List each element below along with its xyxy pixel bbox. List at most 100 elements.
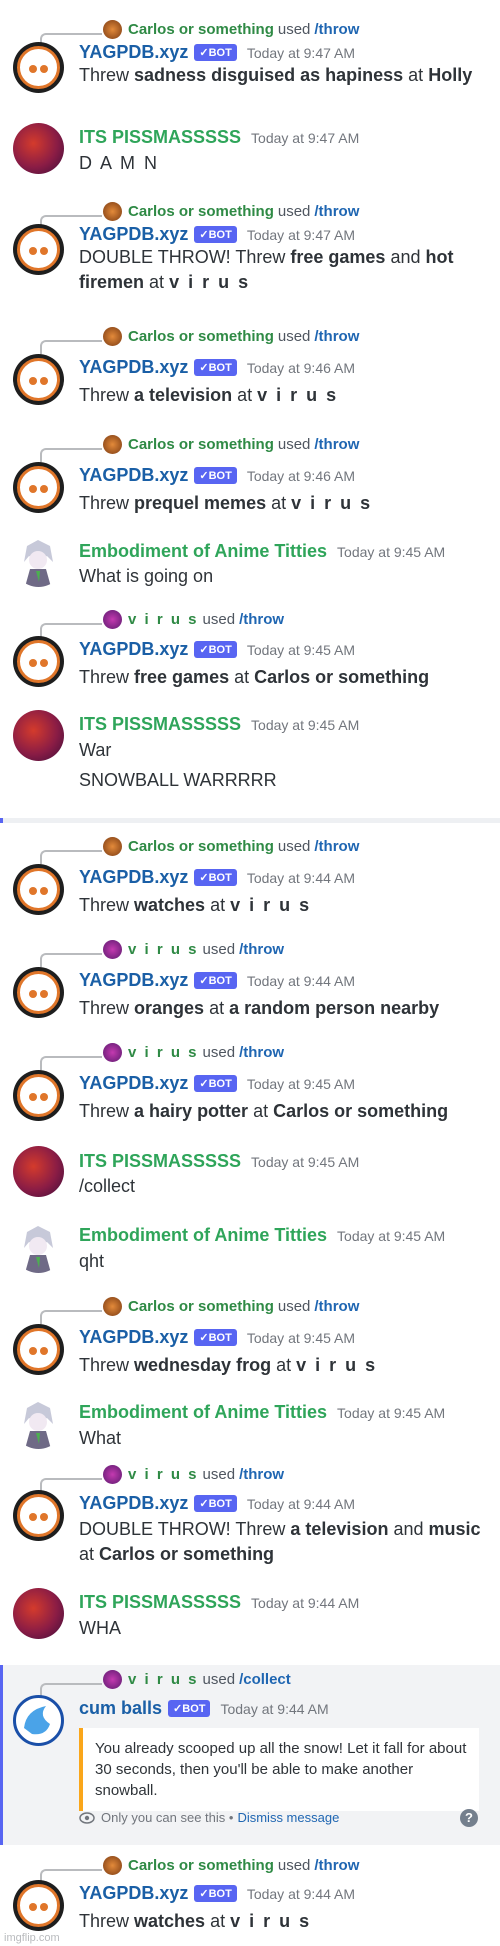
timestamp[interactable]: Today at 9:44 AM <box>220 1701 328 1717</box>
username[interactable]: ITS PISSMASSSSS <box>79 1592 241 1613</box>
reply-command[interactable]: /throw <box>314 838 359 855</box>
reply-used-text: used <box>202 941 236 958</box>
yagpdb-avatar[interactable] <box>13 864 64 915</box>
reply-username[interactable]: v i r u s <box>128 1044 199 1061</box>
reply-connector <box>40 1056 102 1070</box>
yagpdb-avatar[interactable] <box>13 224 64 275</box>
reply-command[interactable]: /collect <box>239 1671 291 1688</box>
carlos-avatar <box>103 435 122 454</box>
dismiss-message-link[interactable]: Dismiss message <box>237 1810 339 1825</box>
reply-command[interactable]: /throw <box>314 203 359 220</box>
message-content: Threw sadness disguised as hapiness at H… <box>79 65 473 85</box>
reply-reference[interactable]: v i r u s used /throw <box>103 1043 284 1062</box>
username[interactable]: YAGPDB.xyz <box>79 465 188 486</box>
reply-command[interactable]: /throw <box>314 21 359 38</box>
pissmasssss-avatar[interactable] <box>13 710 64 761</box>
username[interactable]: Embodiment of Anime Titties <box>79 1402 327 1423</box>
reply-command[interactable]: /throw <box>314 1298 359 1315</box>
username[interactable]: YAGPDB.xyz <box>79 1327 188 1348</box>
reply-command[interactable]: /throw <box>239 941 284 958</box>
yagpdb-avatar[interactable] <box>13 354 64 405</box>
help-icon[interactable]: ? <box>460 1809 478 1827</box>
reply-username[interactable]: Carlos or something <box>128 21 274 38</box>
reply-username[interactable]: v i r u s <box>128 1671 199 1688</box>
embodiment-avatar[interactable] <box>13 1398 64 1449</box>
reply-username[interactable]: Carlos or something <box>128 436 274 453</box>
reply-command[interactable]: /throw <box>239 1044 284 1061</box>
pissmasssss-avatar[interactable] <box>13 1588 64 1639</box>
embodiment-avatar[interactable] <box>13 536 64 587</box>
username[interactable]: cum balls <box>79 1698 162 1719</box>
reply-reference[interactable]: v i r u s used /throw <box>103 610 284 629</box>
reply-reference[interactable]: v i r u s used /throw <box>103 940 284 959</box>
yagpdb-avatar[interactable] <box>13 967 64 1018</box>
timestamp[interactable]: Today at 9:45 AM <box>337 544 445 560</box>
timestamp[interactable]: Today at 9:45 AM <box>337 1228 445 1244</box>
reply-reference[interactable]: v i r u s used /collect <box>103 1670 291 1689</box>
username[interactable]: Embodiment of Anime Titties <box>79 1225 327 1246</box>
timestamp[interactable]: Today at 9:47 AM <box>247 227 355 243</box>
username[interactable]: ITS PISSMASSSSS <box>79 714 241 735</box>
timestamp[interactable]: Today at 9:47 AM <box>251 130 359 146</box>
reply-command[interactable]: /throw <box>314 328 359 345</box>
reply-reference[interactable]: Carlos or something used /throw <box>103 1297 359 1316</box>
username[interactable]: ITS PISSMASSSSS <box>79 1151 241 1172</box>
reply-username[interactable]: v i r u s <box>128 611 199 628</box>
timestamp[interactable]: Today at 9:46 AM <box>247 468 355 484</box>
timestamp[interactable]: Today at 9:45 AM <box>247 1330 355 1346</box>
username[interactable]: YAGPDB.xyz <box>79 867 188 888</box>
yagpdb-avatar[interactable] <box>13 1880 64 1931</box>
timestamp[interactable]: Today at 9:45 AM <box>251 1154 359 1170</box>
reply-reference[interactable]: Carlos or something used /throw <box>103 435 359 454</box>
reply-username[interactable]: v i r u s <box>128 1466 199 1483</box>
pissmasssss-avatar[interactable] <box>13 1146 64 1197</box>
yagpdb-avatar[interactable] <box>13 1324 64 1375</box>
reply-username[interactable]: Carlos or something <box>128 1857 274 1874</box>
username[interactable]: YAGPDB.xyz <box>79 639 188 660</box>
reply-username[interactable]: Carlos or something <box>128 203 274 220</box>
username[interactable]: YAGPDB.xyz <box>79 357 188 378</box>
reply-reference[interactable]: v i r u s used /throw <box>103 1465 284 1484</box>
timestamp[interactable]: Today at 9:44 AM <box>247 973 355 989</box>
yagpdb-avatar[interactable] <box>13 42 64 93</box>
reply-command[interactable]: /throw <box>239 611 284 628</box>
embodiment-avatar[interactable] <box>13 1222 64 1273</box>
timestamp[interactable]: Today at 9:45 AM <box>247 1076 355 1092</box>
username[interactable]: Embodiment of Anime Titties <box>79 541 327 562</box>
reply-reference[interactable]: Carlos or something used /throw <box>103 837 359 856</box>
username[interactable]: YAGPDB.xyz <box>79 42 188 63</box>
reply-username[interactable]: Carlos or something <box>128 838 274 855</box>
reply-reference[interactable]: Carlos or something used /throw <box>103 202 359 221</box>
timestamp[interactable]: Today at 9:45 AM <box>337 1405 445 1421</box>
reply-reference[interactable]: Carlos or something used /throw <box>103 1856 359 1875</box>
timestamp[interactable]: Today at 9:47 AM <box>247 45 355 61</box>
timestamp[interactable]: Today at 9:44 AM <box>247 1886 355 1902</box>
reply-username[interactable]: Carlos or something <box>128 1298 274 1315</box>
pissmasssss-avatar[interactable] <box>13 123 64 174</box>
username[interactable]: YAGPDB.xyz <box>79 1493 188 1514</box>
reply-command[interactable]: /throw <box>314 436 359 453</box>
yagpdb-avatar[interactable] <box>13 462 64 513</box>
username[interactable]: YAGPDB.xyz <box>79 1073 188 1094</box>
reply-reference[interactable]: Carlos or something used /throw <box>103 20 359 39</box>
reply-command[interactable]: /throw <box>314 1857 359 1874</box>
timestamp[interactable]: Today at 9:45 AM <box>251 717 359 733</box>
timestamp[interactable]: Today at 9:46 AM <box>247 360 355 376</box>
timestamp[interactable]: Today at 9:44 AM <box>251 1595 359 1611</box>
reply-reference[interactable]: Carlos or something used /throw <box>103 327 359 346</box>
username[interactable]: YAGPDB.xyz <box>79 1883 188 1904</box>
timestamp[interactable]: Today at 9:45 AM <box>247 642 355 658</box>
username[interactable]: YAGPDB.xyz <box>79 970 188 991</box>
yagpdb-avatar[interactable] <box>13 1490 64 1541</box>
username[interactable]: YAGPDB.xyz <box>79 224 188 245</box>
cum-balls-avatar[interactable] <box>13 1695 64 1746</box>
reply-username[interactable]: Carlos or something <box>128 328 274 345</box>
yagpdb-avatar[interactable] <box>13 636 64 687</box>
message-content: Threw wednesday frog at v i r u s <box>79 1355 378 1375</box>
reply-command[interactable]: /throw <box>239 1466 284 1483</box>
timestamp[interactable]: Today at 9:44 AM <box>247 870 355 886</box>
timestamp[interactable]: Today at 9:44 AM <box>247 1496 355 1512</box>
reply-username[interactable]: v i r u s <box>128 941 199 958</box>
yagpdb-avatar[interactable] <box>13 1070 64 1121</box>
username[interactable]: ITS PISSMASSSSS <box>79 127 241 148</box>
